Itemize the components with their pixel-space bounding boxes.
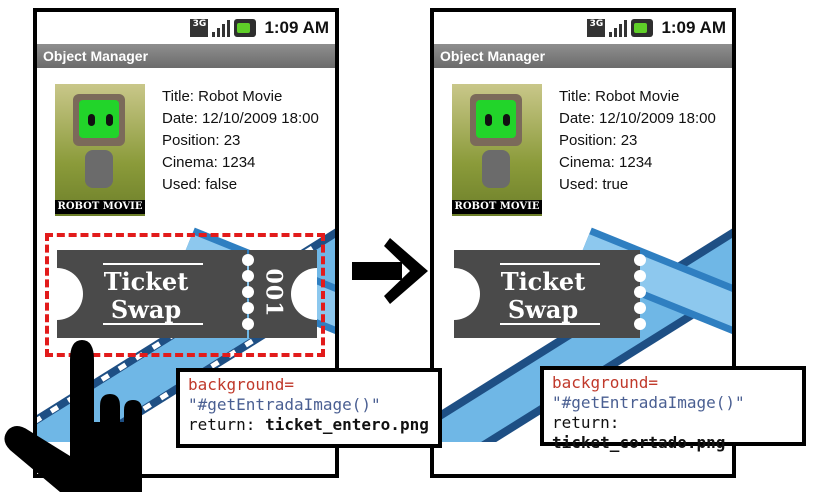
code-annotation-left: background= "#getEntradaImage()" return:…	[176, 368, 442, 448]
movie-poster: ROBOT MOVIE	[452, 84, 542, 216]
code-return: return: ticket_cortado.png	[552, 413, 726, 452]
app-title: Object Manager	[37, 44, 335, 68]
used-field: Used: false	[162, 176, 238, 193]
cinema-field: Cinema: 1234	[559, 154, 653, 171]
code-expression: "#getEntradaImage()"	[188, 395, 381, 414]
used-field: Used: true	[559, 176, 629, 193]
ticket-info: Title: Robot Movie Date: 12/10/2009 18:0…	[162, 86, 319, 196]
title-field: Title: Robot Movie	[559, 88, 680, 105]
status-bar: 3G 1:09 AM	[434, 12, 732, 44]
position-field: Position: 23	[559, 132, 638, 149]
code-return: return: ticket_entero.png	[188, 415, 429, 434]
3g-icon: 3G	[190, 19, 209, 37]
app-title: Object Manager	[434, 44, 732, 68]
3g-icon: 3G	[587, 19, 606, 37]
code-expression: "#getEntradaImage()"	[552, 393, 745, 412]
position-field: Position: 23	[162, 132, 241, 149]
code-annotation-right: background= "#getEntradaImage()" return:…	[540, 366, 806, 452]
signal-icon	[212, 19, 231, 37]
code-attribute: background=	[188, 375, 294, 394]
right-arrow-icon	[352, 238, 428, 304]
movie-poster: ROBOT MOVIE	[55, 84, 145, 216]
date-field: Date: 12/10/2009 18:00	[162, 110, 319, 127]
cinema-field: Cinema: 1234	[162, 154, 256, 171]
status-bar: 3G 1:09 AM	[37, 12, 335, 44]
ticket-info: Title: Robot Movie Date: 12/10/2009 18:0…	[559, 86, 716, 196]
ticket-label: Ticket Swap	[500, 267, 586, 324]
title-field: Title: Robot Movie	[162, 88, 283, 105]
clock: 1:09 AM	[661, 18, 726, 37]
clock: 1:09 AM	[264, 18, 329, 37]
battery-icon	[234, 19, 257, 37]
date-field: Date: 12/10/2009 18:00	[559, 110, 716, 127]
code-attribute: background=	[552, 373, 658, 392]
battery-icon	[631, 19, 654, 37]
signal-icon	[609, 19, 628, 37]
hand-pointer-icon	[4, 340, 143, 492]
